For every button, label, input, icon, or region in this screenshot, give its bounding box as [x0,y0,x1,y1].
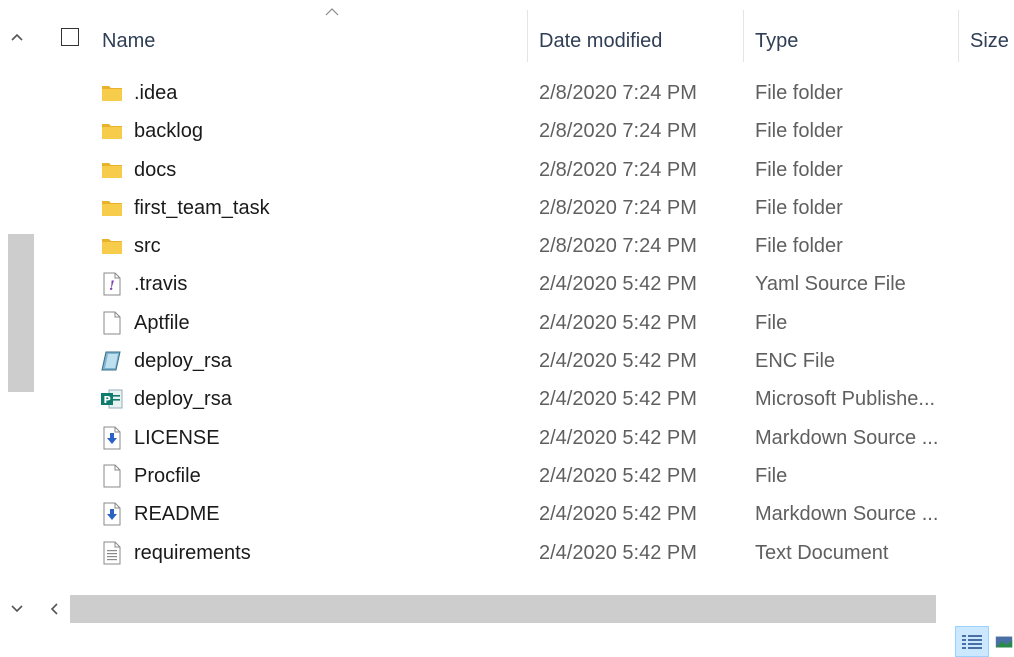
chevron-up-icon [11,33,23,41]
file-type: File folder [755,120,843,143]
markdown-file-icon [100,426,124,450]
file-type: File folder [755,196,843,219]
file-date-modified: 2/4/2020 5:42 PM [539,273,697,296]
file-type: File folder [755,158,843,181]
vertical-scroll-thumb[interactable] [8,234,34,392]
file-row[interactable]: backlog 2/8/2020 7:24 PM File folder [40,112,1014,150]
file-name[interactable]: .travis [134,265,187,303]
file-name[interactable]: src [134,227,161,265]
column-type[interactable]: Type [755,26,798,56]
file-type: Markdown Source ... [755,426,939,449]
file-date-modified: 2/4/2020 5:42 PM [539,388,697,411]
column-divider[interactable] [743,10,744,62]
details-view-button[interactable] [955,626,989,657]
file-type: Yaml Source File [755,273,906,296]
file-name[interactable]: docs [134,151,176,189]
folder-icon [100,234,124,258]
file-date-modified: 2/4/2020 5:42 PM [539,350,697,373]
folder-icon [100,81,124,105]
column-size[interactable]: Size [970,26,1009,56]
file-row[interactable]: ! .travis 2/4/2020 5:42 PM Yaml Source File [40,265,1014,303]
file-row[interactable]: LICENSE 2/4/2020 5:42 PM Markdown Source .… [40,419,1014,457]
file-date-modified: 2/4/2020 5:42 PM [539,464,697,487]
text-file-icon [100,541,124,565]
select-all-checkbox[interactable] [61,28,79,46]
file-name[interactable]: .idea [134,74,177,112]
file-name[interactable]: Procfile [134,457,201,495]
column-date-modified[interactable]: Date modified [539,26,662,56]
markdown-file-icon [100,502,124,526]
file-name[interactable]: first_team_task [134,189,270,227]
file-row[interactable]: README 2/4/2020 5:42 PM Markdown Source ..… [40,495,1014,533]
file-list: .idea 2/8/2020 7:24 PM File folder backlog 2… [40,74,1014,572]
column-name[interactable]: Name [102,26,155,56]
svg-text:P: P [104,395,111,406]
chevron-down-icon [11,605,23,613]
file-row[interactable]: Aptfile 2/4/2020 5:42 PM File [40,304,1014,342]
file-date-modified: 2/8/2020 7:24 PM [539,82,697,104]
svg-text:!: ! [109,279,115,294]
horizontal-scrollbar[interactable] [40,594,1014,624]
file-type: Microsoft Publishe... [755,388,936,411]
file-row[interactable]: src 2/8/2020 7:24 PM File folder [40,227,1014,265]
file-name[interactable]: LICENSE [134,419,220,457]
publisher-file-icon: P [100,387,124,411]
file-name[interactable]: Aptfile [134,304,190,342]
sort-ascending-icon [325,4,339,19]
column-header: Name Date modified Type Size [40,0,1014,72]
blank-file-icon [100,311,124,335]
file-row[interactable]: deploy_rsa 2/4/2020 5:42 PM ENC File [40,342,1014,380]
file-type: ENC File [755,350,836,373]
folder-icon [100,119,124,143]
horizontal-scroll-thumb[interactable] [70,595,936,623]
file-type: Text Document [755,541,889,564]
file-type: File folder [755,235,843,258]
file-name[interactable]: deploy_rsa [134,342,232,380]
file-type: Markdown Source ... [755,503,939,526]
file-date-modified: 2/4/2020 5:42 PM [539,503,697,526]
file-row[interactable]: requirements 2/4/2020 5:42 PM Text Documen… [40,534,1014,572]
file-name[interactable]: backlog [134,112,203,150]
details-view-icon [962,634,982,649]
file-type: File [755,311,788,334]
file-name[interactable]: deploy_rsa [134,380,232,418]
file-date-modified: 2/8/2020 7:24 PM [539,120,697,143]
large-icons-view-button[interactable] [994,626,1014,657]
blank-file-icon [100,464,124,488]
enc-file-icon [100,349,124,373]
file-date-modified: 2/8/2020 7:24 PM [539,235,697,258]
chevron-left-icon [50,603,58,615]
folder-icon [100,158,124,182]
file-row[interactable]: .idea 2/8/2020 7:24 PM File folder [40,74,1014,112]
scroll-up-button[interactable] [0,22,34,52]
large-icons-view-icon [995,636,1013,647]
file-name[interactable]: README [134,495,220,533]
file-row[interactable]: first_team_task 2/8/2020 7:24 PM File fold… [40,189,1014,227]
column-divider[interactable] [958,10,959,62]
file-date-modified: 2/4/2020 5:42 PM [539,311,697,334]
file-date-modified: 2/8/2020 7:24 PM [539,196,697,219]
column-divider[interactable] [527,10,528,62]
file-name[interactable]: requirements [134,534,251,572]
file-date-modified: 2/8/2020 7:24 PM [539,158,697,181]
file-date-modified: 2/4/2020 5:42 PM [539,426,697,449]
scroll-left-button[interactable] [40,594,68,624]
file-type: File folder [755,82,843,104]
file-date-modified: 2/4/2020 5:42 PM [539,541,697,564]
file-row[interactable]: Procfile 2/4/2020 5:42 PM File [40,457,1014,495]
vertical-scrollbar[interactable] [0,0,34,628]
file-row[interactable]: Pdeploy_rsa 2/4/2020 5:42 PM Microsoft Pub… [40,380,1014,418]
file-type: File [755,464,788,487]
yaml-file-icon: ! [100,272,124,296]
folder-icon [100,196,124,220]
file-row[interactable]: docs 2/8/2020 7:24 PM File folder [40,151,1014,189]
scroll-down-button[interactable] [0,594,34,624]
